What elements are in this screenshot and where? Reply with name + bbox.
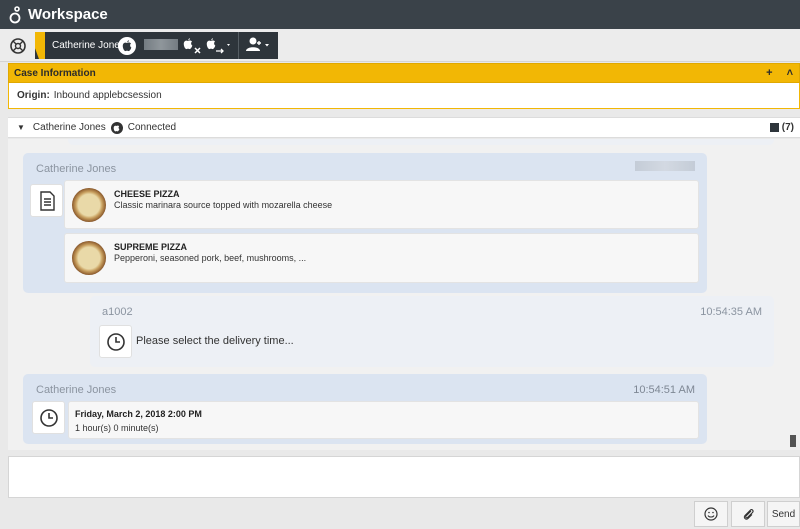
connection-bar: ▼ Catherine Jones Connected (7)	[8, 117, 800, 138]
case-information-title: Case Information	[14, 67, 96, 79]
message-bubble: a1002 10:54:35 AM Please select the deli…	[90, 296, 774, 367]
message-time: 10:54:51 AM	[633, 384, 695, 396]
globe-icon[interactable]	[9, 37, 27, 55]
message-bubble: Catherine Jones CHEESE PIZZA Classic mar…	[23, 153, 707, 293]
apple-icon	[110, 121, 123, 134]
redacted-timestamp	[635, 161, 695, 171]
selection-detail: 1 hour(s) 0 minute(s)	[75, 423, 159, 433]
list-item[interactable]: SUPREME PIZZA Pepperoni, seasoned pork, …	[64, 233, 699, 283]
message-time: 10:54:35 AM	[700, 306, 762, 318]
origin-value: Inbound applebcsession	[53, 90, 162, 101]
case-information-header[interactable]: Case Information + ˄	[8, 63, 800, 83]
apple-transfer-icon[interactable]	[206, 36, 234, 57]
origin-label: Origin:	[17, 90, 50, 101]
party-name: Catherine Jones	[32, 122, 106, 133]
apple-icon	[118, 37, 136, 55]
case-origin-row: Origin: Inbound applebcsession	[8, 83, 800, 109]
pizza-image	[72, 241, 106, 275]
message-sender: Catherine Jones	[36, 384, 117, 396]
paperclip-icon	[743, 509, 754, 520]
selection-title: Friday, March 2, 2018 2:00 PM	[75, 409, 202, 419]
item-description: Pepperoni, seasoned pork, beef, mushroom…	[114, 253, 307, 263]
interaction-toolbar: Catherine Jones	[0, 29, 800, 62]
add-icon[interactable]: +	[766, 67, 772, 79]
item-title: CHEESE PIZZA	[114, 189, 180, 199]
connection-status: Connected	[127, 122, 177, 133]
history-button[interactable]: (7)	[769, 122, 794, 133]
item-description: Classic marinara source topped with moza…	[114, 200, 333, 210]
toolbar-separator	[238, 32, 239, 59]
chevron-down-icon[interactable]: ▼	[17, 123, 25, 132]
redacted-identifier	[144, 39, 178, 50]
message-sender: a1002	[102, 306, 133, 318]
workspace-logo-icon	[4, 0, 26, 29]
clock-icon	[32, 401, 65, 434]
contact-icon[interactable]	[244, 36, 274, 57]
message-text: Please select the delivery time...	[136, 335, 294, 347]
contact-name[interactable]: Catherine Jones	[52, 40, 125, 51]
message-input[interactable]	[8, 456, 800, 498]
attach-button[interactable]	[731, 501, 765, 527]
send-button[interactable]: Send	[767, 501, 800, 527]
message-bubble: Catherine Jones 10:54:51 AM Friday, Marc…	[23, 374, 707, 444]
list-icon	[30, 184, 63, 217]
scrollbar-handle[interactable]	[790, 435, 796, 447]
emoji-button[interactable]	[694, 501, 728, 527]
history-icon	[769, 123, 779, 132]
app-title: Workspace	[28, 6, 108, 23]
previous-message-bubble	[68, 139, 774, 145]
title-bar: Workspace	[0, 0, 800, 29]
list-item[interactable]: CHEESE PIZZA Classic marinara source top…	[64, 180, 699, 229]
time-selection-card[interactable]: Friday, March 2, 2018 2:00 PM 1 hour(s) …	[68, 401, 699, 439]
history-count: (7)	[781, 122, 794, 133]
emoji-icon	[704, 507, 718, 521]
case-information-panel: Case Information + ˄ Origin: Inbound app…	[8, 63, 800, 109]
collapse-icon[interactable]: ˄	[787, 67, 793, 79]
message-sender: Catherine Jones	[36, 163, 117, 175]
item-title: SUPREME PIZZA	[114, 242, 188, 252]
pizza-image	[72, 188, 106, 222]
chat-transcript[interactable]: Catherine Jones CHEESE PIZZA Classic mar…	[8, 139, 800, 450]
clock-icon	[99, 325, 132, 358]
apple-end-icon[interactable]	[183, 36, 203, 57]
